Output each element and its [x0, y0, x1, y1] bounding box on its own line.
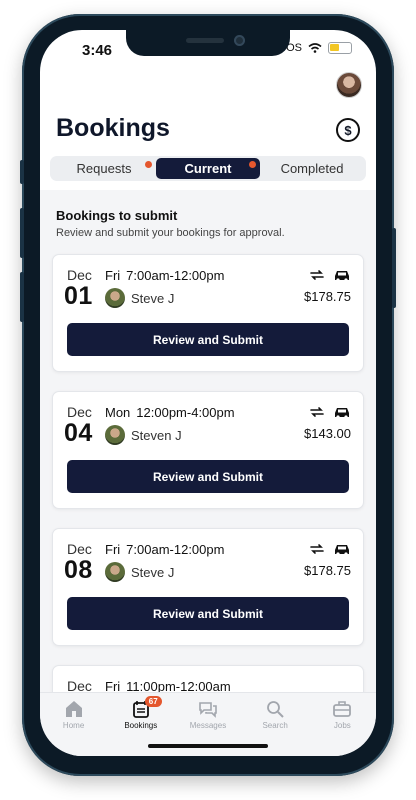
booking-hours: 7:00am-12:00pm [126, 542, 225, 557]
booking-card[interactable]: Dec Fri 11:00pm-12:00am [52, 665, 364, 692]
nav-bookings-label: Bookings [124, 721, 158, 730]
power-button [392, 228, 396, 308]
booking-month: Dec [67, 678, 92, 692]
tab-requests[interactable]: Requests [52, 158, 156, 179]
app-screen: 3:46 OS Bookings $ Requests Current Comp… [40, 30, 376, 756]
booking-time: Fri 7:00am-12:00pm [105, 542, 224, 557]
booking-price: $178.75 [304, 289, 351, 304]
volume-up-button [20, 208, 24, 258]
bookings-badge: 67 [144, 696, 162, 707]
booking-weekday: Mon [105, 405, 131, 420]
booking-weekday: Fri [105, 268, 121, 283]
review-submit-button[interactable]: Review and Submit [67, 597, 349, 630]
booking-icons [309, 542, 351, 556]
booking-time: Fri 7:00am-12:00pm [105, 268, 224, 283]
repeat-icon [310, 544, 324, 554]
tab-current-label: Current [184, 161, 232, 176]
booking-hours: 11:00pm-12:00am [126, 679, 231, 692]
booking-month: Dec [67, 541, 92, 557]
booking-month: Dec [67, 404, 92, 420]
car-icon [335, 271, 349, 282]
booking-person: Steve J [105, 562, 174, 582]
notification-dot [249, 161, 256, 168]
booking-day: 04 [64, 419, 93, 447]
notification-dot [145, 161, 152, 168]
booking-icons [309, 268, 351, 282]
booking-person: Steven J [105, 425, 182, 445]
booking-hours: 12:00pm-4:00pm [136, 405, 235, 420]
profile-avatar[interactable] [336, 72, 362, 98]
booking-card[interactable]: Dec 08 Fri 7:00am-12:00pm Steve J $178.75… [52, 528, 364, 646]
notch [126, 30, 290, 56]
status-indicators: OS [286, 42, 352, 54]
nav-jobs-label: Jobs [333, 721, 351, 730]
nav-search-label: Search [262, 721, 288, 730]
booking-day: 08 [64, 556, 93, 584]
repeat-icon [310, 407, 324, 417]
section-title: Bookings to submit [56, 208, 178, 223]
person-avatar [105, 425, 125, 445]
status-time: 3:46 [82, 42, 113, 59]
booking-icons [309, 405, 351, 419]
wifi-icon [308, 43, 322, 53]
booking-time: Fri 11:00pm-12:00am [105, 679, 231, 692]
review-submit-button[interactable]: Review and Submit [67, 460, 349, 493]
booking-hours: 7:00am-12:00pm [126, 268, 225, 283]
person-avatar [105, 288, 125, 308]
nav-jobs[interactable]: Jobs [312, 699, 372, 756]
nav-home-label: Home [62, 721, 85, 730]
booking-person: Steve J [105, 288, 174, 308]
messages-icon [199, 702, 217, 718]
car-icon [335, 545, 349, 556]
section-subtitle: Review and submit your bookings for appr… [56, 227, 285, 239]
page-title: Bookings [56, 114, 170, 142]
tab-completed-label: Completed [280, 161, 344, 176]
nav-home[interactable]: Home [44, 699, 104, 756]
home-indicator [148, 744, 268, 748]
person-name: Steven J [131, 427, 182, 443]
booking-price: $178.75 [304, 563, 351, 578]
repeat-icon [310, 270, 324, 280]
dollar-icon[interactable]: $ [336, 118, 360, 142]
tab-completed[interactable]: Completed [260, 158, 364, 179]
booking-month: Dec [67, 267, 92, 283]
tab-current[interactable]: Current [156, 158, 260, 179]
person-name: Steve J [131, 564, 175, 580]
home-icon [65, 701, 82, 717]
review-submit-button[interactable]: Review and Submit [67, 323, 349, 356]
mute-switch [20, 160, 24, 184]
bookings-list[interactable]: Bookings to submit Review and submit you… [40, 190, 376, 692]
person-avatar [105, 562, 125, 582]
booking-card[interactable]: Dec 01 Fri 7:00am-12:00pm Steve J $178.75… [52, 254, 364, 372]
booking-weekday: Fri [105, 542, 121, 557]
booking-tabs: Requests Current Completed [50, 156, 366, 181]
booking-weekday: Fri [105, 679, 121, 692]
jobs-icon [333, 701, 352, 717]
booking-day: 01 [64, 282, 93, 310]
nav-messages-label: Messages [189, 721, 227, 730]
search-icon [267, 701, 284, 718]
booking-card[interactable]: Dec 04 Mon 12:00pm-4:00pm Steven J $143.0… [52, 391, 364, 509]
booking-price: $143.00 [304, 426, 351, 441]
battery-icon [328, 42, 352, 54]
booking-time: Mon 12:00pm-4:00pm [105, 405, 235, 420]
person-name: Steve J [131, 290, 175, 306]
car-icon [335, 408, 349, 419]
volume-down-button [20, 272, 24, 322]
tab-requests-label: Requests [76, 161, 132, 176]
